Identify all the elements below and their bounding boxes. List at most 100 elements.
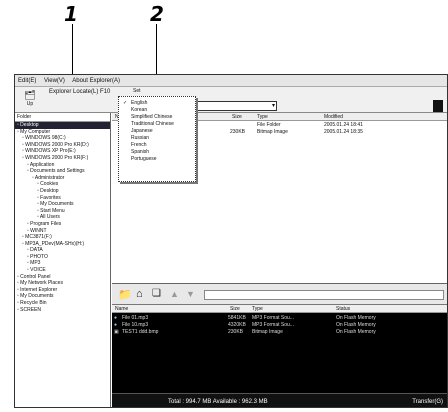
music-file-icon: ● <box>114 315 118 321</box>
tree-item-label: WINDOWS XP Pro(E:) <box>25 148 76 155</box>
tree-item-label: DATA <box>30 247 43 254</box>
language-option-label: Russian <box>131 135 150 141</box>
tree-item[interactable]: ▫ Control Panel <box>15 274 110 281</box>
music-file-icon: ● <box>114 322 118 328</box>
tree-item[interactable]: ▫ VOICE <box>15 267 110 274</box>
row-size: 230KB <box>228 329 244 335</box>
language-option[interactable]: Japanese <box>119 128 195 135</box>
language-option[interactable]: Korean <box>119 107 195 114</box>
tree-item[interactable]: ▫ Desktop <box>15 122 110 129</box>
row-status: On Flash Memory <box>336 329 376 335</box>
tree-item-label: My Documents <box>20 293 54 300</box>
language-option[interactable]: Spanish <box>119 149 195 156</box>
panel-toggle-button[interactable] <box>433 100 443 112</box>
tree-item[interactable]: ▫ WINDOWS XP Pro(E:) <box>15 148 110 155</box>
language-option[interactable]: Portuguese <box>119 156 195 163</box>
language-option[interactable]: Simplified Chinese <box>119 114 195 121</box>
tree-item[interactable]: ▫ Program Files <box>15 221 110 228</box>
tree-item[interactable]: ▫ My Documents <box>15 201 110 208</box>
col-type[interactable]: Type <box>257 113 268 121</box>
tree-item[interactable]: ▫ Documents and Settings <box>15 168 110 175</box>
tree-item[interactable]: ▫ Cookies <box>15 181 110 188</box>
col-name[interactable]: Name <box>115 305 128 313</box>
tree-item[interactable]: ▫ WINDOWS 98(C:) <box>15 135 110 142</box>
set-button[interactable]: Set <box>133 88 141 94</box>
row-size: 5841KB <box>228 315 246 321</box>
tree-item-label: My Documents <box>40 201 74 208</box>
tree-item[interactable]: ▫ PHOTO <box>15 254 110 261</box>
tree-item[interactable]: ▫ WINNT <box>15 228 110 235</box>
up-label: Up <box>26 101 34 107</box>
language-option[interactable]: French <box>119 142 195 149</box>
tree-item[interactable]: ▫ MC3871(F:) <box>15 234 110 241</box>
col-size[interactable]: Size <box>232 113 242 121</box>
tree-item[interactable]: ▫ Desktop <box>15 188 110 195</box>
tree-item[interactable]: ▫ SCREEN <box>15 307 110 314</box>
tree-item[interactable]: ▫ Application <box>15 162 110 169</box>
folder-icon[interactable]: 📁 <box>118 288 132 301</box>
new-folder-icon[interactable]: ❏ <box>152 288 161 299</box>
tree-item-label: My Network Places <box>20 280 63 287</box>
device-panel: 📁 ⌂ ❏ ▲ ▼ Name Size Type Status ● File 0… <box>112 283 447 407</box>
folder-header: Folder <box>15 114 110 122</box>
transfer-button[interactable]: Transfer(G) <box>412 394 443 407</box>
language-option[interactable]: ✓ English <box>119 100 195 107</box>
up-button[interactable]: 🗂 Up <box>19 90 41 107</box>
tree-item-label: Documents and Settings <box>30 168 85 175</box>
menu-edit[interactable]: Edit(E) <box>18 78 36 84</box>
tree-item[interactable]: ▫ My Computer <box>15 129 110 136</box>
tree-item[interactable]: ▫ Favorites <box>15 195 110 202</box>
tree-item[interactable]: ▫ WINDOWS 2000 Pro KR(F:) <box>15 155 110 162</box>
tree-item[interactable]: ▫ My Network Places <box>15 280 110 287</box>
tree-item-label: Administrator <box>34 174 65 181</box>
menu-about[interactable]: About Explorer(A) <box>72 78 120 84</box>
language-option[interactable]: Traditional Chinese <box>119 121 195 128</box>
table-row[interactable]: ● File 01.mp3 5841KB MP3 Format Sou... O… <box>112 315 447 322</box>
language-option[interactable]: Russian <box>119 135 195 142</box>
image-file-icon: ▣ <box>114 329 119 335</box>
set-label: Set <box>133 88 141 94</box>
home-icon[interactable]: ⌂ <box>136 288 143 300</box>
tree-item[interactable]: ▫ DATA <box>15 247 110 254</box>
device-path-box[interactable] <box>204 290 444 300</box>
tree-item[interactable]: ▫ My Documents <box>15 293 110 300</box>
language-option-label: English <box>131 100 148 106</box>
up-arrow-icon[interactable]: ▲ <box>170 289 179 299</box>
col-modified[interactable]: Modified <box>324 113 343 121</box>
tree-item[interactable]: ▫ Administrator <box>15 175 110 182</box>
col-type[interactable]: Type <box>252 305 263 313</box>
row-type: MP3 Format Sou... <box>252 315 294 321</box>
row-name: File 10.mp3 <box>122 322 149 328</box>
language-option-label: Japanese <box>131 128 153 134</box>
tree-item-label: Control Panel <box>20 273 51 280</box>
chevron-down-icon: ▾ <box>271 103 275 109</box>
tree-item-label: WINDOWS 98(C:) <box>25 135 66 142</box>
table-row[interactable]: ● File 10.mp3 4320KB MP3 Format Sou... O… <box>112 322 447 329</box>
tree-item-label: Recycle Bin <box>20 300 47 307</box>
tree-item[interactable]: ▫ All Users <box>15 214 110 221</box>
device-file-list: Name Size Type Status ● File 01.mp3 5841… <box>112 305 447 407</box>
callout-1: 1 <box>64 2 78 26</box>
tree-item-label: Cookies <box>40 181 59 188</box>
tree-item[interactable]: ▫ MP3 <box>15 260 110 267</box>
col-size[interactable]: Size <box>230 305 240 313</box>
row-size: 230KB <box>230 129 246 135</box>
tree-item-label: Application <box>29 161 55 168</box>
row-type: Bitmap Image <box>257 129 288 135</box>
tree-item-label: Desktop <box>40 187 59 194</box>
tree-item-label: My Computer <box>20 128 51 135</box>
device-toolbar: 📁 ⌂ ❏ ▲ ▼ <box>112 283 447 305</box>
language-option-label: Traditional Chinese <box>131 121 174 127</box>
col-status[interactable]: Status <box>336 305 350 313</box>
table-row[interactable]: ▣ TEST1 ddd.bmp 230KB Bitmap Image On Fl… <box>112 329 447 336</box>
menu-view[interactable]: View(V) <box>44 78 65 84</box>
tree-item[interactable]: ▫ MP3A_PDev(MA-SHx)(H:) <box>15 241 110 248</box>
tree-item[interactable]: ▫ Recycle Bin <box>15 300 110 307</box>
row-modified: 2005.01.24 18:41 <box>324 122 363 128</box>
down-arrow-icon[interactable]: ▼ <box>186 289 195 299</box>
tree-item[interactable]: ▫ Start Menu <box>15 208 110 215</box>
check-icon: ✓ <box>123 100 128 106</box>
tree-item[interactable]: ▫ Internet Explorer <box>15 287 110 294</box>
tree-item[interactable]: ▫ WINDOWS 2000 Pro KR(D:) <box>15 142 110 149</box>
toolbar: 🗂 Up Explorer Locate(L) F10 Set ▾ <box>15 87 447 113</box>
